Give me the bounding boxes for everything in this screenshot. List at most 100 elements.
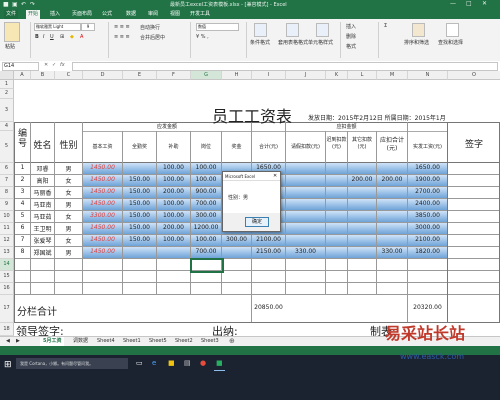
cell-name[interactable]: 张爱琴 bbox=[31, 236, 54, 245]
row-header[interactable]: 2 bbox=[0, 89, 14, 99]
find-select-icon[interactable] bbox=[446, 23, 459, 37]
paste-button[interactable]: 粘贴 bbox=[5, 43, 15, 50]
cell-gender[interactable]: 男 bbox=[55, 248, 82, 257]
row-header[interactable]: 7 bbox=[0, 175, 14, 187]
align-top-icon[interactable]: ≡ ≡ ≡ bbox=[114, 24, 130, 30]
cell-base-pay[interactable]: 1450.00 bbox=[83, 248, 122, 255]
cell-number[interactable]: 5 bbox=[15, 212, 30, 219]
select-all-corner[interactable] bbox=[0, 71, 14, 80]
conditional-format-icon[interactable] bbox=[254, 23, 267, 37]
bold-button[interactable]: B bbox=[35, 34, 39, 40]
cell-gender[interactable]: 女 bbox=[55, 212, 82, 221]
fx-icon[interactable]: fx bbox=[60, 62, 65, 68]
cell-base-pay[interactable]: 3300.00 bbox=[83, 212, 122, 219]
close-icon[interactable]: ✕ bbox=[482, 0, 487, 7]
cell-deduct-total[interactable]: 330.00 bbox=[377, 248, 407, 255]
cell-post[interactable]: 100.00 bbox=[191, 176, 221, 183]
table-format-icon[interactable] bbox=[286, 23, 299, 37]
col-header[interactable]: C bbox=[55, 71, 83, 80]
sort-filter-button[interactable]: 排序和筛选 bbox=[404, 39, 429, 46]
paste-icon[interactable] bbox=[4, 22, 20, 42]
col-header[interactable]: L bbox=[348, 71, 377, 80]
cell-attendance-bonus[interactable]: 150.00 bbox=[123, 176, 156, 183]
cell-leave-deduct[interactable]: 330.00 bbox=[286, 248, 325, 255]
tab-data[interactable]: 数据 bbox=[124, 10, 138, 19]
tab-review[interactable]: 审阅 bbox=[146, 10, 160, 19]
cell-gender[interactable]: 女 bbox=[55, 176, 82, 185]
cell-subsidy[interactable]: 100.00 bbox=[157, 200, 190, 207]
cell-number[interactable]: 7 bbox=[15, 236, 30, 243]
cell-number[interactable]: 2 bbox=[15, 176, 30, 183]
cancel-icon[interactable]: ✕ bbox=[44, 62, 48, 68]
cell-subsidy[interactable]: 100.00 bbox=[157, 236, 190, 243]
cell-post[interactable]: 100.00 bbox=[191, 164, 221, 171]
cell-actual-pay[interactable]: 1820.00 bbox=[408, 248, 447, 255]
undo-icon[interactable]: ↶ bbox=[21, 1, 26, 8]
cell-name[interactable]: 马亚南 bbox=[31, 200, 54, 209]
border-icon[interactable]: ⊞ bbox=[60, 34, 64, 40]
tab-file[interactable]: 文件 bbox=[4, 10, 19, 19]
row-header[interactable]: 11 bbox=[0, 223, 14, 235]
col-header[interactable]: I bbox=[252, 71, 286, 80]
name-box[interactable]: G14 bbox=[2, 62, 39, 71]
cell-number[interactable]: 6 bbox=[15, 224, 30, 231]
tab-formulas[interactable]: 公式 bbox=[100, 10, 114, 19]
row-header[interactable]: 3 bbox=[0, 99, 14, 122]
col-header[interactable]: O bbox=[448, 71, 500, 80]
tab-view[interactable]: 视图 bbox=[168, 10, 182, 19]
row-header[interactable]: 18 bbox=[0, 323, 14, 336]
col-header[interactable]: M bbox=[377, 71, 408, 80]
minimize-icon[interactable]: — bbox=[450, 0, 456, 7]
cell-number[interactable]: 4 bbox=[15, 200, 30, 207]
delete-cells-button[interactable]: 删除 bbox=[346, 33, 356, 40]
cell-subsidy[interactable]: 200.00 bbox=[157, 224, 190, 231]
tab-page-layout[interactable]: 页面布局 bbox=[70, 10, 94, 19]
cell-post[interactable]: 300.00 bbox=[191, 212, 221, 219]
col-header[interactable]: K bbox=[326, 71, 348, 80]
cell-name[interactable]: 郑国斌 bbox=[31, 248, 54, 257]
cell-gender[interactable]: 女 bbox=[55, 236, 82, 245]
cell-actual-pay[interactable]: 3000.00 bbox=[408, 224, 447, 231]
save-icon[interactable]: ▣ bbox=[12, 1, 18, 8]
tab-developer[interactable]: 开发工具 bbox=[188, 10, 212, 19]
sheet-tab-data[interactable]: 调数据 bbox=[70, 337, 91, 346]
wrap-text-button[interactable]: 自动换行 bbox=[140, 24, 160, 31]
cell-name[interactable]: 王卫明 bbox=[31, 224, 54, 233]
edge-browser-icon[interactable]: e bbox=[152, 359, 156, 367]
cell-actual-pay[interactable]: 1900.00 bbox=[408, 176, 447, 183]
task-view-icon[interactable]: ▭ bbox=[136, 359, 143, 367]
italic-button[interactable]: I bbox=[43, 34, 44, 40]
excel-taskbar-icon[interactable]: ■ bbox=[216, 359, 223, 367]
dialog-close-icon[interactable]: ✕ bbox=[273, 173, 277, 179]
cell-post[interactable]: 700.00 bbox=[191, 200, 221, 207]
subtotal-actual[interactable]: 20320.00 bbox=[408, 304, 447, 311]
cell-style-icon[interactable] bbox=[316, 23, 329, 37]
col-header[interactable]: B bbox=[31, 71, 55, 80]
row-header[interactable]: 15 bbox=[0, 271, 14, 283]
cell-base-pay[interactable]: 1450.00 bbox=[83, 176, 122, 183]
col-header[interactable]: H bbox=[222, 71, 252, 80]
dialog-ok-button[interactable]: 确定 bbox=[245, 217, 269, 227]
row-header[interactable]: 14 bbox=[0, 259, 14, 271]
enter-icon[interactable]: ✓ bbox=[52, 62, 56, 68]
row-header[interactable]: 12 bbox=[0, 235, 14, 247]
cell-name[interactable]: 高阳 bbox=[31, 176, 54, 185]
col-header[interactable]: N bbox=[408, 71, 448, 80]
cell-attendance-bonus[interactable]: 150.00 bbox=[123, 212, 156, 219]
sheet-nav-prev-icon[interactable]: ◀ bbox=[3, 337, 13, 346]
cell-number[interactable]: 1 bbox=[15, 164, 30, 171]
redo-icon[interactable]: ↷ bbox=[30, 1, 35, 8]
row-header[interactable]: 5 bbox=[0, 131, 14, 163]
table-format-button[interactable]: 套用表格格式 bbox=[278, 39, 308, 46]
cell-gender[interactable]: 男 bbox=[55, 224, 82, 233]
font-size-select[interactable]: 9 bbox=[81, 23, 95, 31]
sheet-tab-sheet1[interactable]: Sheet1 bbox=[120, 337, 144, 346]
cell-deduct-total[interactable]: 200.00 bbox=[377, 176, 407, 183]
cell-post[interactable]: 700.00 bbox=[191, 248, 221, 255]
cell-number[interactable]: 3 bbox=[15, 188, 30, 195]
cell-post[interactable]: 1200.00 bbox=[191, 224, 221, 231]
cell-other-deduct[interactable]: 200.00 bbox=[348, 176, 376, 183]
format-cells-button[interactable]: 格式 bbox=[346, 43, 356, 50]
cell-attendance-bonus[interactable]: 150.00 bbox=[123, 200, 156, 207]
cell-actual-pay[interactable]: 3850.00 bbox=[408, 212, 447, 219]
